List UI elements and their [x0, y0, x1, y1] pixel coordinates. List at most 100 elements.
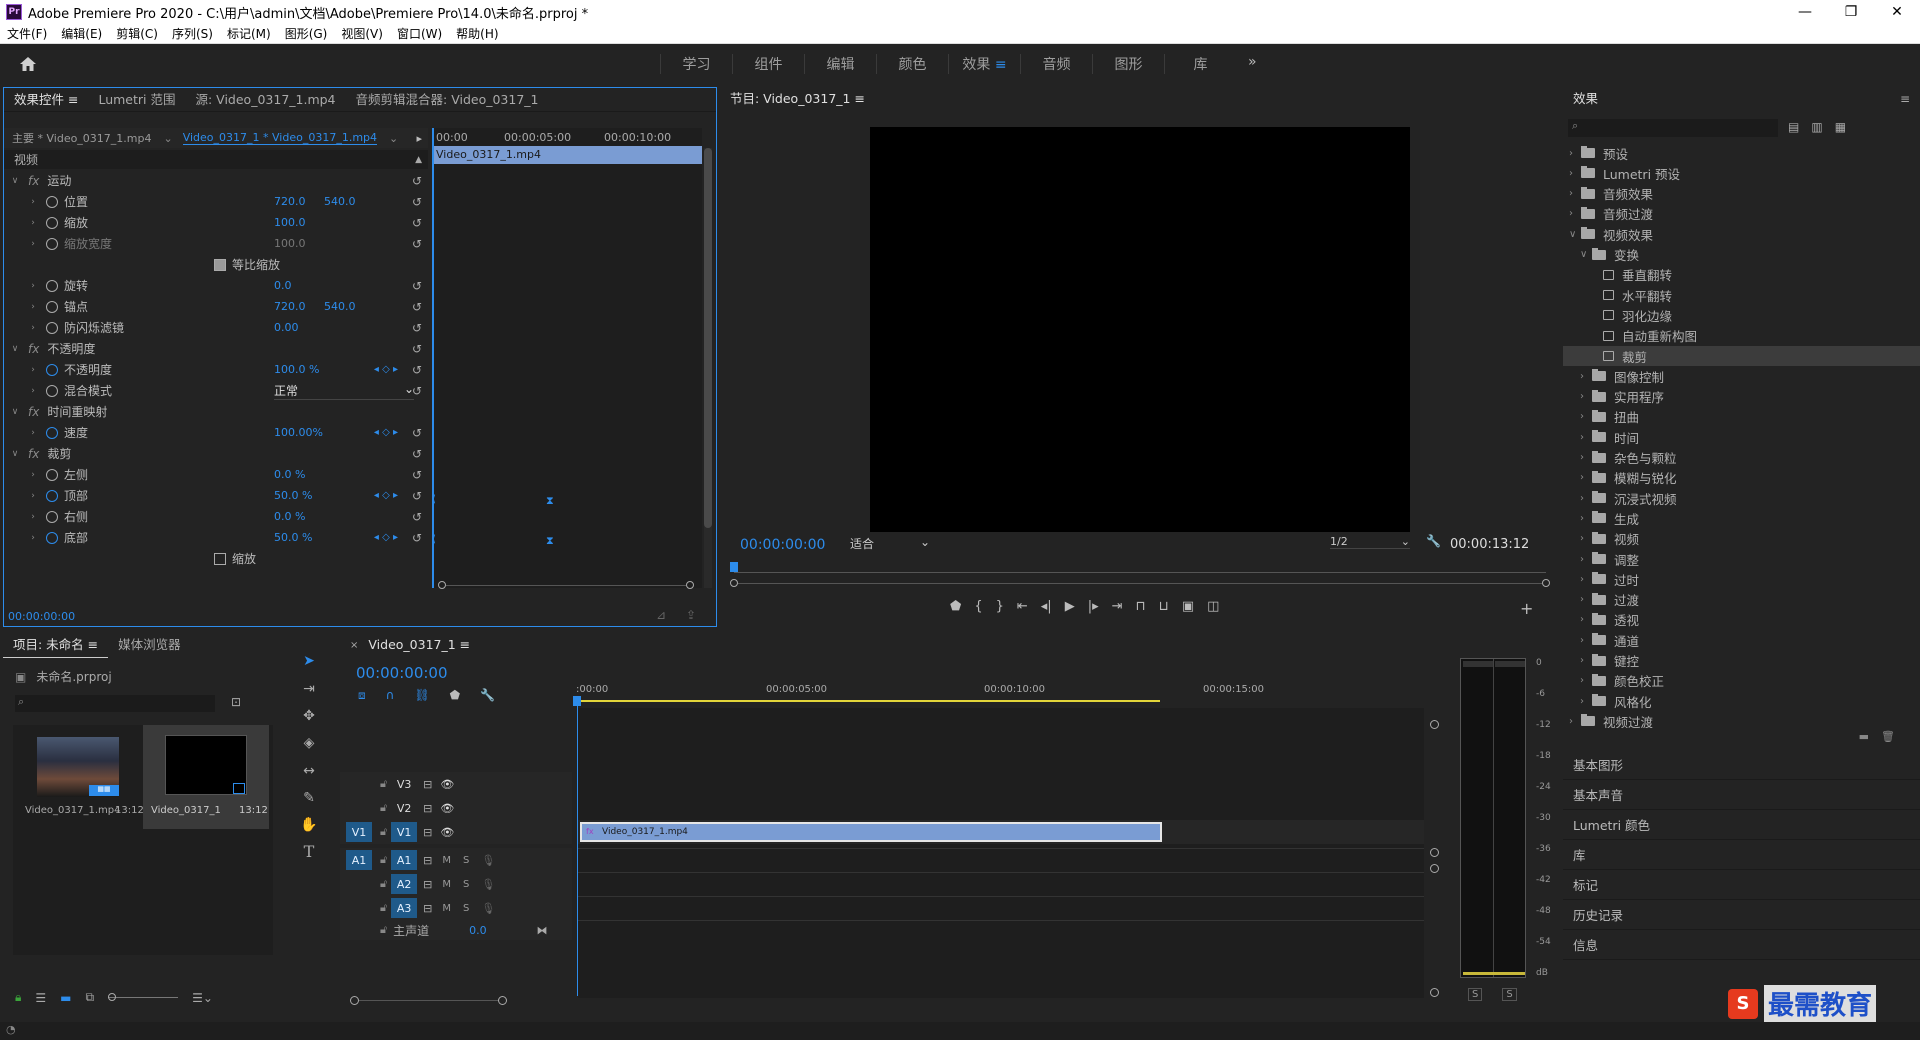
lift-icon[interactable]: ⊓ — [1136, 599, 1146, 614]
close-sequence-icon[interactable]: × — [336, 640, 358, 651]
snap-icon[interactable]: ∩ — [386, 688, 395, 703]
timeline-vertical-scroll[interactable] — [1428, 708, 1442, 998]
stopwatch-icon[interactable] — [46, 237, 58, 250]
keyframe-marker-icon[interactable]: ⟨ — [432, 494, 436, 505]
reset-icon[interactable]: ↺ — [412, 300, 422, 314]
lock-icon-v1[interactable]: 🔓︎ — [380, 825, 387, 839]
lock-icon-a2[interactable]: 🔓︎ — [380, 877, 387, 891]
keyframe-marker-icon-2[interactable]: ⟨ — [432, 534, 436, 545]
effect-folder[interactable]: › 通道 — [1563, 630, 1920, 650]
program-timecode[interactable]: 00:00:00:00 — [740, 537, 825, 553]
ec-zoom-scrollbar[interactable] — [432, 578, 702, 589]
chevron-right-icon[interactable]: › — [1580, 554, 1592, 565]
stopwatch-icon[interactable] — [46, 300, 58, 313]
property-value[interactable]: 100.0 — [274, 237, 324, 250]
expand-icon[interactable]: › — [26, 533, 40, 543]
filter-icon[interactable]: ⊿ — [656, 608, 666, 622]
32bit-effects-icon[interactable]: ▥ — [1811, 120, 1822, 134]
effect-property[interactable]: › 左侧 0.0 % ↺ — [4, 464, 428, 485]
sync-icon-v2[interactable]: ⊟ — [423, 802, 432, 815]
chevron-right-icon[interactable]: › — [1580, 371, 1592, 382]
chevron-right-icon[interactable]: › — [1580, 472, 1592, 483]
fx-icon[interactable]: fx — [28, 174, 39, 188]
effect-property[interactable]: › 混合模式 正常 ⌄ ↺ — [4, 380, 428, 401]
eye-icon-v1[interactable]: 👁︎ — [440, 826, 454, 839]
reset-icon[interactable]: ↺ — [412, 531, 422, 545]
workspace-graphics[interactable]: 图形 — [1092, 54, 1164, 74]
chevron-right-icon[interactable]: › — [1569, 168, 1581, 179]
expand-icon[interactable]: › — [26, 386, 40, 396]
reset-icon[interactable]: ↺ — [412, 342, 422, 356]
fx-icon[interactable]: fx — [28, 405, 39, 419]
effect-folder[interactable]: ∨ 变换 — [1563, 245, 1920, 265]
effect-group[interactable]: ∨ fx 运动 ↺ — [4, 170, 428, 191]
effect-folder[interactable]: › 预设 — [1563, 143, 1920, 163]
timeline-settings-icon[interactable]: 🔧 — [480, 688, 495, 703]
chevron-right-icon[interactable]: › — [1580, 574, 1592, 585]
expand-icon[interactable]: › — [26, 491, 40, 501]
effects-search-input[interactable]: ⌕ — [1568, 119, 1778, 137]
expand-icon[interactable]: ∨ — [8, 176, 22, 186]
workspace-audio[interactable]: 音频 — [1020, 54, 1092, 74]
step-forward-icon[interactable]: |▸ — [1088, 599, 1099, 614]
property-value[interactable]: 0.0 % — [274, 510, 324, 523]
ripple-edit-tool-icon[interactable]: ✥ — [298, 705, 320, 727]
property-value[interactable]: 0.00 — [274, 321, 324, 334]
mark-out-icon[interactable]: } — [996, 599, 1004, 614]
tab-lumetri-scopes[interactable]: Lumetri 范围 — [88, 88, 185, 112]
menu-window[interactable]: 窗口(W) — [390, 25, 449, 42]
effect-folder[interactable]: › 实用程序 — [1563, 387, 1920, 407]
track-label-a2[interactable]: A2 — [391, 874, 418, 894]
mic-icon-a3[interactable]: 🎙︎ — [481, 902, 495, 915]
chevron-right-icon[interactable]: › — [1580, 655, 1592, 666]
tab-source[interactable]: 源: Video_0317_1.mp4 — [186, 88, 346, 112]
reset-icon[interactable]: ↺ — [412, 510, 422, 524]
menu-sequence[interactable]: 序列(S) — [165, 25, 220, 42]
effect-folder[interactable]: › 风格化 — [1563, 691, 1920, 711]
wrench-icon[interactable]: 🔧 — [1426, 534, 1441, 548]
effect-property[interactable]: › 旋转 0.0 ↺ — [4, 275, 428, 296]
track-area[interactable] — [578, 708, 1424, 998]
expand-icon[interactable]: › — [26, 365, 40, 375]
tab-effect-controls[interactable]: 效果控件 ≡ — [4, 88, 88, 112]
effect-property[interactable]: › 底部 50.0 % ↺ ◂ ◇ ▸ — [4, 527, 428, 548]
reset-icon[interactable]: ↺ — [412, 279, 422, 293]
property-value[interactable]: 0.0 — [274, 279, 324, 292]
play-icon[interactable]: ▶ — [1065, 599, 1075, 614]
project-item[interactable]: ▦▦ Video_0317_1.mp4 13:12 — [17, 729, 144, 829]
effect-property[interactable]: › 防闪烁滤镜 0.00 ↺ — [4, 317, 428, 338]
stopwatch-icon[interactable] — [46, 216, 58, 229]
razor-tool-icon[interactable]: ◈ — [298, 732, 320, 754]
chevron-right-icon[interactable]: › — [1580, 391, 1592, 402]
add-marker-icon[interactable]: ⬟ — [950, 599, 961, 614]
workspace-assembly[interactable]: 组件 — [732, 54, 804, 74]
checkbox[interactable] — [214, 258, 226, 271]
effect-group[interactable]: ∨ fx 不透明度 ↺ — [4, 338, 428, 359]
stopwatch-icon[interactable] — [46, 321, 58, 334]
stopwatch-icon[interactable] — [46, 531, 58, 544]
master-volume-value[interactable]: 0.0 — [469, 924, 487, 937]
libraries-panel[interactable]: 库 — [1563, 840, 1920, 870]
property-value[interactable]: 0.0 % — [274, 468, 324, 481]
export-icon[interactable]: ⇪ — [686, 608, 696, 622]
effect-folder[interactable]: › 过时 — [1563, 569, 1920, 589]
chevron-down-icon[interactable]: ∨ — [1569, 229, 1581, 240]
effect-folder[interactable]: › 视频过渡 — [1563, 711, 1920, 728]
effect-item[interactable]: 羽化边缘 — [1563, 305, 1920, 325]
chevron-right-icon[interactable]: › — [1580, 635, 1592, 646]
slip-tool-icon[interactable]: ↔ — [298, 760, 320, 782]
reset-icon[interactable]: ↺ — [412, 321, 422, 335]
track-select-tool-icon[interactable]: ⇥ — [298, 678, 320, 700]
stopwatch-icon[interactable] — [46, 510, 58, 523]
effect-folder[interactable]: › 过渡 — [1563, 590, 1920, 610]
effect-item[interactable]: 自动重新构图 — [1563, 326, 1920, 346]
reset-icon[interactable]: ↺ — [412, 216, 422, 230]
menu-clip[interactable]: 剪辑(C) — [109, 25, 165, 42]
sync-icon-a3[interactable]: ⊟ — [423, 902, 432, 915]
find-icon[interactable]: ⊡ — [231, 695, 241, 709]
video-preview[interactable] — [870, 127, 1410, 532]
property-value[interactable]: 100.0 % — [274, 363, 324, 376]
ec-clip-bar[interactable]: Video_0317_1.mp4 — [432, 146, 702, 164]
expand-icon[interactable]: › — [26, 197, 40, 207]
chevron-right-icon[interactable]: › — [1569, 188, 1581, 199]
